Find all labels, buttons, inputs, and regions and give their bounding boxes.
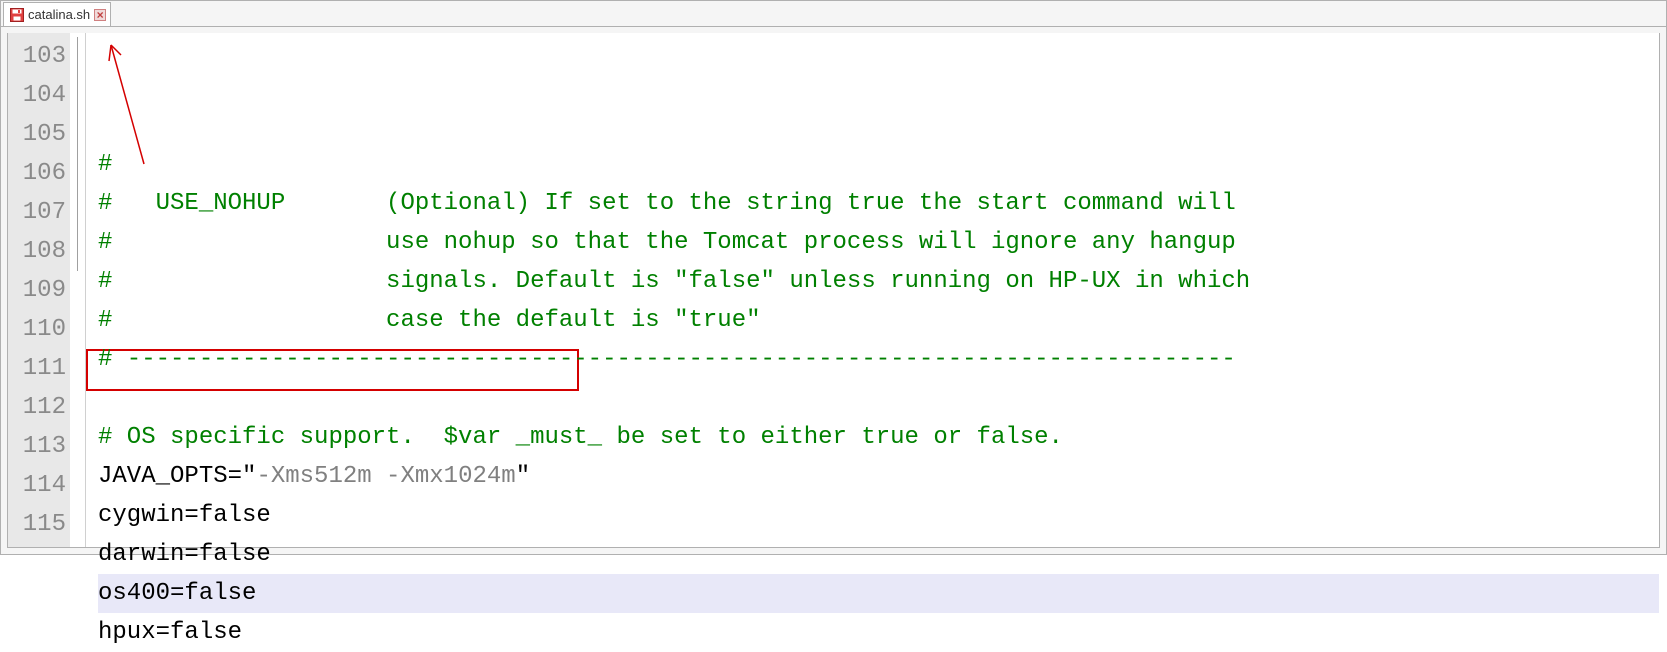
code-text: # --------------------------------------… [98, 346, 1236, 373]
code-line[interactable]: os400=false [98, 574, 1659, 613]
code-line[interactable]: # OS specific support. $var _must_ be se… [98, 418, 1659, 457]
code-text: JAVA_OPTS=" [98, 463, 256, 490]
fold-guide-line [77, 37, 78, 271]
line-number: 106 [10, 154, 66, 193]
code-line[interactable]: # USE_NOHUP (Optional) If set to the str… [98, 184, 1659, 223]
code-text: " [516, 463, 530, 490]
line-number: 110 [10, 310, 66, 349]
code-text: # case the default is "true" [98, 307, 761, 334]
line-number: 108 [10, 232, 66, 271]
line-number: 104 [10, 76, 66, 115]
code-line[interactable]: # --------------------------------------… [98, 340, 1659, 379]
line-number: 109 [10, 271, 66, 310]
code-line[interactable]: # signals. Default is "false" unless run… [98, 262, 1659, 301]
code-line[interactable]: # use nohup so that the Tomcat process w… [98, 223, 1659, 262]
line-number: 103 [10, 37, 66, 76]
line-number: 111 [10, 349, 66, 388]
code-line[interactable]: # case the default is "true" [98, 301, 1659, 340]
code-text: os400=false [98, 580, 256, 607]
line-number: 112 [10, 388, 66, 427]
line-number: 107 [10, 193, 66, 232]
save-unsaved-icon [10, 8, 24, 22]
code-text: # signals. Default is "false" unless run… [98, 268, 1250, 295]
code-text: -Xms512m -Xmx1024m [256, 463, 515, 490]
code-text: # [98, 151, 112, 178]
editor-frame: catalina.sh × 10310410510610710810911011… [0, 0, 1667, 555]
code-text: # OS specific support. $var _must_ be se… [98, 424, 1063, 451]
code-line[interactable]: JAVA_OPTS="-Xms512m -Xmx1024m" [98, 457, 1659, 496]
close-tab-icon[interactable]: × [94, 9, 106, 21]
tab-filename: catalina.sh [28, 8, 90, 21]
file-tab[interactable]: catalina.sh × [3, 2, 111, 26]
code-text: hpux=false [98, 619, 242, 646]
code-line[interactable]: hpux=false [98, 613, 1659, 652]
line-number: 114 [10, 466, 66, 505]
tab-bar: catalina.sh × [1, 1, 1666, 27]
code-area: 103104105106107108109110111112113114115 … [7, 33, 1660, 548]
code-body[interactable]: # # USE_NOHUP (Optional) If set to the st… [86, 33, 1659, 547]
code-text: cygwin=false [98, 502, 271, 529]
code-text: # use nohup so that the Tomcat process w… [98, 229, 1236, 256]
line-number-gutter: 103104105106107108109110111112113114115 [8, 33, 70, 547]
line-number: 105 [10, 115, 66, 154]
code-text: # USE_NOHUP (Optional) If set to the str… [98, 190, 1236, 217]
code-line[interactable]: cygwin=false [98, 496, 1659, 535]
line-number: 115 [10, 505, 66, 544]
code-line[interactable]: # [98, 145, 1659, 184]
code-line[interactable] [98, 379, 1659, 418]
fold-column [70, 33, 86, 547]
line-number: 113 [10, 427, 66, 466]
